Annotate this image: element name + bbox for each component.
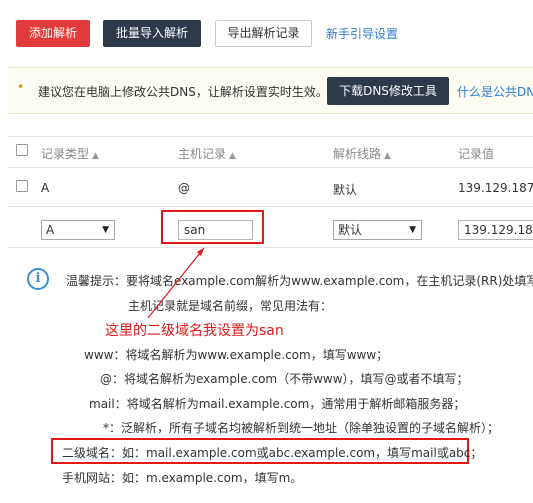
help-item-subdomain: 二级域名：如：mail.example.com或abc.example.com，… [62,444,482,461]
help-item-desc: ：将域名解析为example.com（不带www），填写@或者不填写； [112,372,469,386]
annotation-text: 这里的二级域名我设置为san [105,323,284,339]
help-item-key: 手机网站 [62,471,111,485]
help-item-mail: mail：将域名解析为mail.example.com，通常用于解析邮箱服务器； [89,395,465,412]
help-item-www: www：将域名解析为www.example.com，填写www； [84,346,388,363]
help-item-at: @：将域名解析为example.com（不带www），填写@或者不填写； [100,370,469,387]
help-item-wildcard: *：泛解析，所有子域名均被解析到统一地址（除单独设置的子域名解析）； [103,419,499,436]
help-item-desc: ：将域名解析为www.example.com，填写www； [113,348,389,362]
help-item-key: www [84,348,114,362]
help-item-desc: ：泛解析，所有子域名均被解析到统一地址（除单独设置的子域名解析）； [109,421,500,435]
help-item-desc: ：如：m.example.com，填写m。 [110,471,303,485]
help-item-mobile: 手机网站：如：m.example.com，填写m。 [62,469,302,486]
help-item-key: @ [100,372,112,386]
help-item-key: mail [89,397,115,411]
help-item-desc: ：将域名解析为mail.example.com，通常用于解析邮箱服务器； [114,397,466,411]
help-item-desc: ：如：mail.example.com或abc.example.com，填写ma… [110,446,483,460]
help-item-key: 二级域名 [62,446,111,460]
